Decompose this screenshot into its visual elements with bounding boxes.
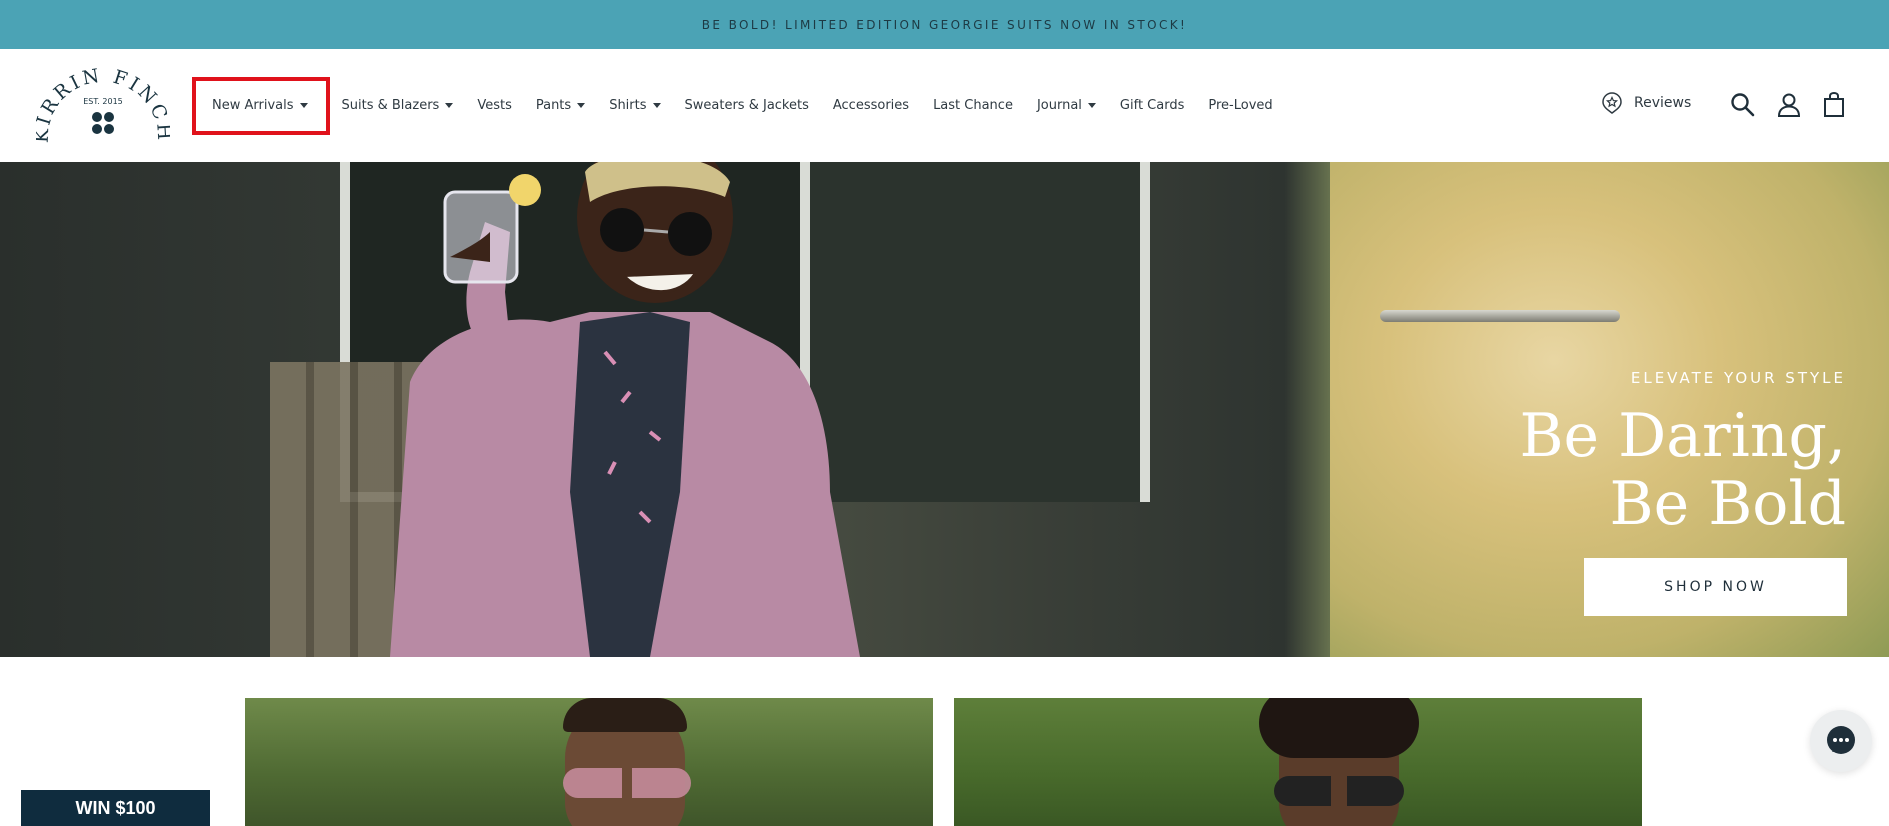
nav-suits-blazers[interactable]: Suits & Blazers: [330, 77, 466, 135]
model-hair: [563, 698, 687, 732]
nav-label: Pre-Loved: [1208, 98, 1273, 113]
model-sunglasses: [563, 768, 691, 798]
door-handle: [1380, 310, 1620, 322]
nav-new-arrivals[interactable]: New Arrivals: [192, 76, 330, 135]
brand-est: EST. 2015: [83, 97, 123, 106]
collection-tile-right[interactable]: [954, 698, 1642, 826]
nav-label: Accessories: [832, 98, 910, 113]
star-badge-icon: [1602, 92, 1622, 114]
nav-journal[interactable]: Journal: [1025, 77, 1108, 135]
announcement-text: BE BOLD! LIMITED EDITION GEORGIE SUITS N…: [701, 17, 1188, 32]
nav-shirts[interactable]: Shirts: [597, 77, 672, 135]
caret-down-icon: [1087, 103, 1096, 108]
nav-label: Sweaters & Jackets: [684, 98, 809, 113]
shop-now-button[interactable]: SHOP NOW: [1584, 558, 1847, 616]
brand-logo[interactable]: KIRRIN FINCH EST. 2015: [36, 67, 170, 151]
announcement-bar: BE BOLD! LIMITED EDITION GEORGIE SUITS N…: [0, 0, 1889, 49]
caret-down-icon: [445, 103, 454, 108]
hero-eyebrow: ELEVATE YOUR STYLE: [1630, 369, 1846, 387]
nav-label: Last Chance: [933, 98, 1013, 113]
reviews-label: Reviews: [1634, 95, 1692, 111]
caret-down-icon: [652, 103, 661, 108]
hero-banner: ELEVATE YOUR STYLE Be Daring, Be Bold SH…: [0, 162, 1889, 657]
model-hair: [1259, 698, 1419, 758]
account-icon[interactable]: [1775, 91, 1803, 119]
nav-label: Journal: [1036, 98, 1082, 113]
cart-icon[interactable]: [1820, 91, 1848, 119]
caret-down-icon: [299, 103, 308, 108]
nav-gift-cards[interactable]: Gift Cards: [1108, 77, 1196, 135]
collection-tile-left[interactable]: [245, 698, 933, 826]
reviews-link[interactable]: Reviews: [1600, 91, 1691, 115]
model-sunglasses: [1274, 776, 1404, 806]
search-icon[interactable]: [1729, 91, 1757, 119]
caret-down-icon: [577, 103, 586, 108]
nav-pants[interactable]: Pants: [524, 77, 597, 135]
chat-widget-button[interactable]: [1810, 710, 1872, 772]
nav-accessories[interactable]: Accessories: [821, 77, 921, 135]
hero-headline: Be Daring, Be Bold: [1519, 401, 1846, 539]
nav-label: New Arrivals: [212, 98, 294, 113]
nav-last-chance[interactable]: Last Chance: [921, 77, 1025, 135]
nav-vests[interactable]: Vests: [465, 77, 524, 135]
nav-label: Vests: [477, 98, 512, 113]
main-nav: New Arrivals Suits & Blazers Vests Pants…: [192, 49, 1285, 162]
hero-model-image: [390, 162, 860, 657]
nav-pre-loved[interactable]: Pre-Loved: [1196, 77, 1284, 135]
win-promo-badge[interactable]: WIN $100: [21, 790, 210, 826]
nav-label: Suits & Blazers: [341, 98, 440, 113]
chat-bubble-icon: [1827, 726, 1855, 754]
nav-label: Pants: [535, 98, 572, 113]
nav-label: Shirts: [609, 98, 647, 113]
nav-sweaters-jackets[interactable]: Sweaters & Jackets: [673, 77, 821, 135]
nav-label: Gift Cards: [1119, 98, 1185, 113]
site-header: KIRRIN FINCH EST. 2015 New Arrivals Suit…: [0, 49, 1889, 162]
